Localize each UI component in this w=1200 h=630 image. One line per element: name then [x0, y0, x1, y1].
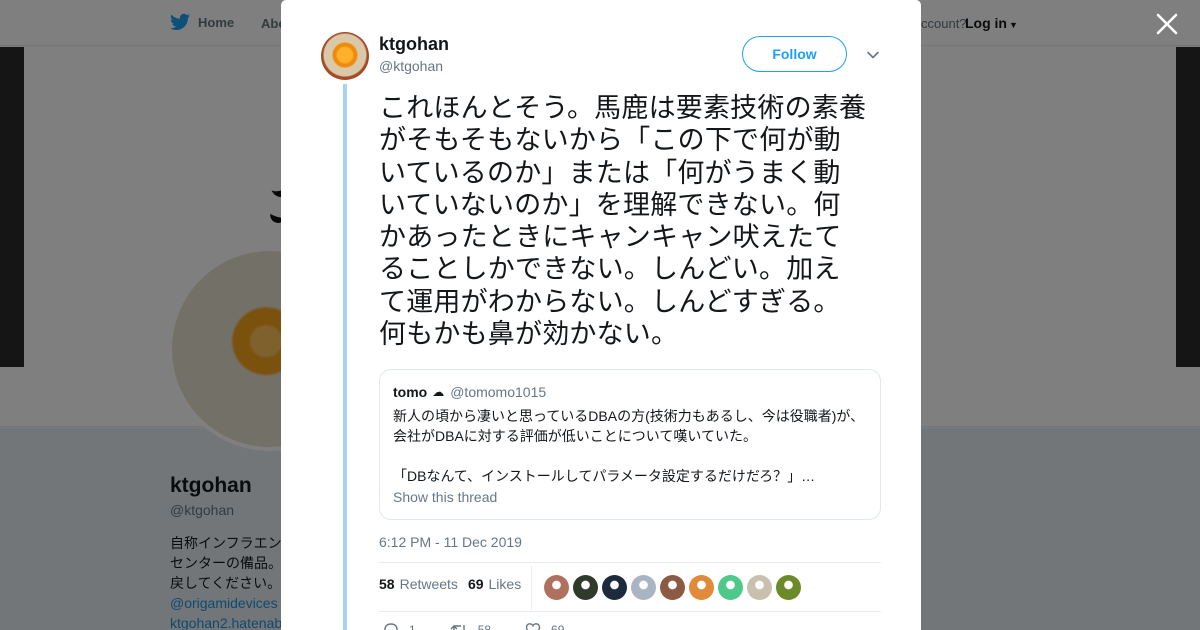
- likes-count: 69: [467, 576, 484, 592]
- reply-button[interactable]: 1: [383, 622, 416, 630]
- chevron-down-icon[interactable]: [865, 47, 881, 63]
- likes-stat[interactable]: 69 Likes: [468, 576, 521, 592]
- quoted-text-line: 「DBなんて、インストールしてパラメータ設定するだけだろ？」…: [393, 468, 816, 484]
- cloud-emoji-icon: ☁: [432, 385, 445, 399]
- retweet-count: 58: [477, 623, 492, 630]
- tweet-text-line: いているのか」または「何がうまく動: [379, 157, 841, 188]
- liker-avatar[interactable]: [573, 575, 598, 600]
- divider: [379, 562, 881, 563]
- author-name[interactable]: ktgohan: [379, 34, 449, 55]
- divider: [379, 611, 881, 612]
- tweet-timestamp[interactable]: 6:12 PM - 11 Dec 2019: [379, 534, 522, 550]
- tweet-text-line: かあったときにキャンキャン吠えたて: [379, 222, 842, 253]
- like-button[interactable]: 69: [525, 622, 564, 630]
- follow-button[interactable]: Follow: [742, 36, 847, 72]
- reply-count: 1: [409, 623, 416, 630]
- divider: [531, 566, 532, 610]
- tweet-text-line: ることしかできない。しんどい。加え: [379, 254, 841, 285]
- heart-icon: [525, 623, 541, 630]
- liker-avatar[interactable]: [602, 575, 627, 600]
- liker-avatar[interactable]: [776, 575, 801, 600]
- liker-avatars: [544, 575, 805, 600]
- retweets-label: Retweets: [399, 576, 458, 592]
- quoted-tweet[interactable]: tomo ☁ @tomomo1015 新人の頃から凄いと思っているDBAの方(技…: [379, 369, 881, 520]
- tweet-text-line: がそもそもないから「この下で何が動: [379, 125, 841, 156]
- tweet-text-line: いていないのか」を理解できない。何: [379, 189, 841, 220]
- author-avatar[interactable]: [321, 32, 369, 80]
- tweet-actions: 1 58 69: [383, 622, 598, 630]
- quoted-tweet-header: tomo ☁ @tomomo1015: [393, 384, 546, 400]
- likes-label: Likes: [488, 576, 522, 592]
- quoted-author-name: tomo: [393, 384, 428, 400]
- author-handle[interactable]: @ktgohan: [379, 58, 443, 74]
- liker-avatar[interactable]: [747, 575, 772, 600]
- close-icon[interactable]: [1155, 12, 1179, 36]
- show-thread-link[interactable]: Show this thread: [393, 489, 497, 505]
- quoted-author-handle: @tomomo1015: [450, 384, 547, 400]
- tweet-text-line: これほんとそう。馬鹿は要素技術の素養: [379, 93, 867, 123]
- like-count: 69: [551, 623, 565, 630]
- liker-avatar[interactable]: [631, 575, 656, 600]
- liker-avatar[interactable]: [544, 575, 569, 600]
- tweet-text-line: て運用がわからない。しんどすぎる。: [379, 286, 841, 317]
- tweet-text: これほんとそう。馬鹿は要素技術の素養 がそもそもないから「この下で何が動 いてい…: [379, 92, 883, 350]
- retweet-button[interactable]: 58: [450, 622, 491, 630]
- quoted-text-line: 新人の頃から凄いと思っているDBAの方(技術力もあるし、今は役職者)が、: [393, 408, 865, 424]
- thread-line: [343, 84, 347, 630]
- liker-avatar[interactable]: [660, 575, 685, 600]
- liker-avatar[interactable]: [718, 575, 743, 600]
- tweet-stats: 58 Retweets 69 Likes: [379, 576, 531, 592]
- retweet-icon: [450, 625, 465, 630]
- retweets-count: 58: [379, 576, 395, 592]
- tweet-text-line: 何もかも鼻が効かない。: [379, 319, 679, 350]
- liker-avatar[interactable]: [689, 575, 714, 600]
- quoted-text-line: 会社がDBAに対する評価が低いことについて嘆いていた。: [393, 428, 757, 444]
- reply-icon: [384, 623, 398, 630]
- tweet-modal: ktgohan @ktgohan Follow これほんとそう。馬鹿は要素技術の…: [281, 0, 921, 630]
- retweets-stat[interactable]: 58 Retweets: [379, 576, 458, 592]
